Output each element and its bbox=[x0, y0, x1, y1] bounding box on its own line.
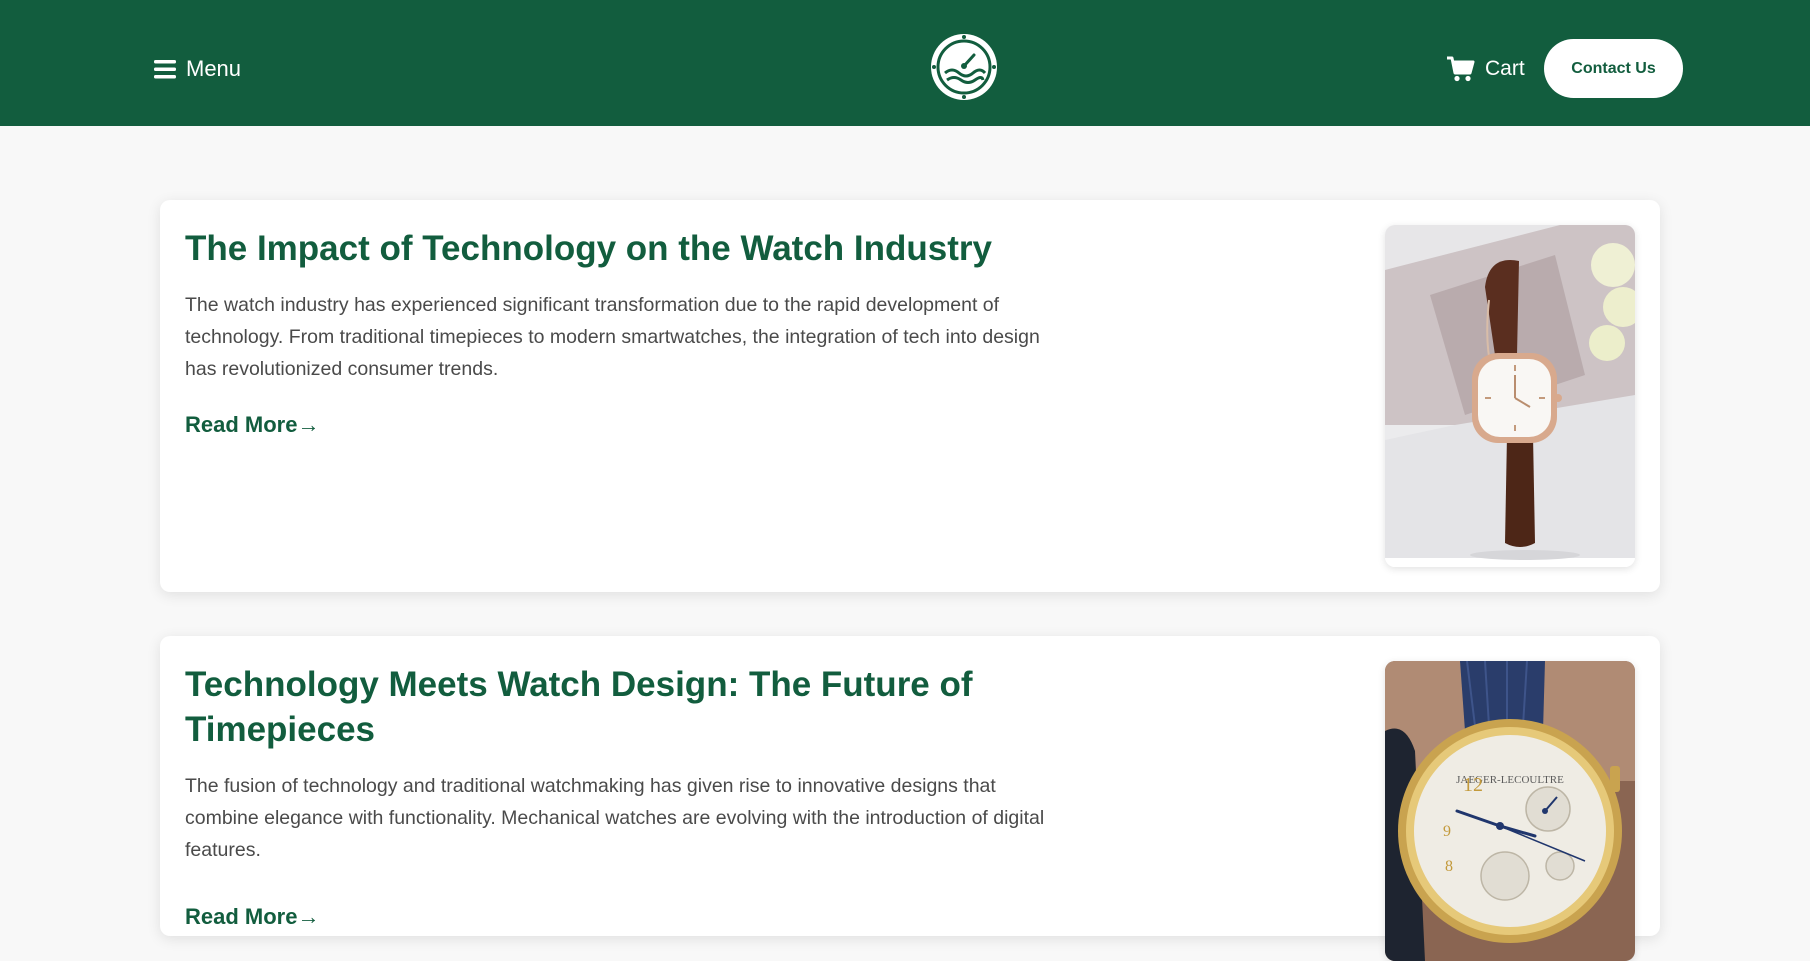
read-more-link[interactable]: Read More→ bbox=[185, 412, 319, 438]
svg-text:9: 9 bbox=[1443, 823, 1451, 840]
article-excerpt: The fusion of technology and traditional… bbox=[185, 775, 1045, 861]
cart-label: Cart bbox=[1485, 57, 1525, 80]
shopping-cart-icon bbox=[1447, 56, 1475, 82]
article-title[interactable]: The Impact of Technology on the Watch In… bbox=[185, 226, 1085, 271]
hamburger-icon bbox=[154, 60, 176, 79]
leather-watch-image bbox=[1385, 225, 1635, 567]
svg-text:12: 12 bbox=[1463, 774, 1483, 796]
cart-button[interactable]: Cart bbox=[1446, 50, 1525, 88]
article-image[interactable] bbox=[1385, 225, 1635, 567]
menu-button[interactable]: Menu bbox=[154, 50, 241, 88]
svg-text:8: 8 bbox=[1445, 858, 1453, 875]
site-header: Menu Cart Contact Us bbox=[0, 0, 1810, 126]
gold-chronograph-image: JAEGER-LECOULTRE 12 9 8 bbox=[1385, 661, 1635, 961]
article-card: The Impact of Technology on the Watch In… bbox=[160, 200, 1660, 592]
article-title[interactable]: Technology Meets Watch Design: The Futur… bbox=[185, 662, 1085, 752]
article-excerpt: The watch industry has experienced signi… bbox=[185, 294, 1040, 380]
brand-logo[interactable] bbox=[930, 33, 998, 101]
menu-label: Menu bbox=[186, 56, 242, 81]
read-more-link[interactable]: Read More→ bbox=[185, 904, 319, 930]
watch-dial-logo-icon bbox=[931, 34, 997, 100]
article-card: Technology Meets Watch Design: The Futur… bbox=[160, 636, 1660, 961]
article-image[interactable]: JAEGER-LECOULTRE 12 9 8 bbox=[1385, 661, 1635, 961]
contact-us-button[interactable]: Contact Us bbox=[1544, 39, 1683, 98]
